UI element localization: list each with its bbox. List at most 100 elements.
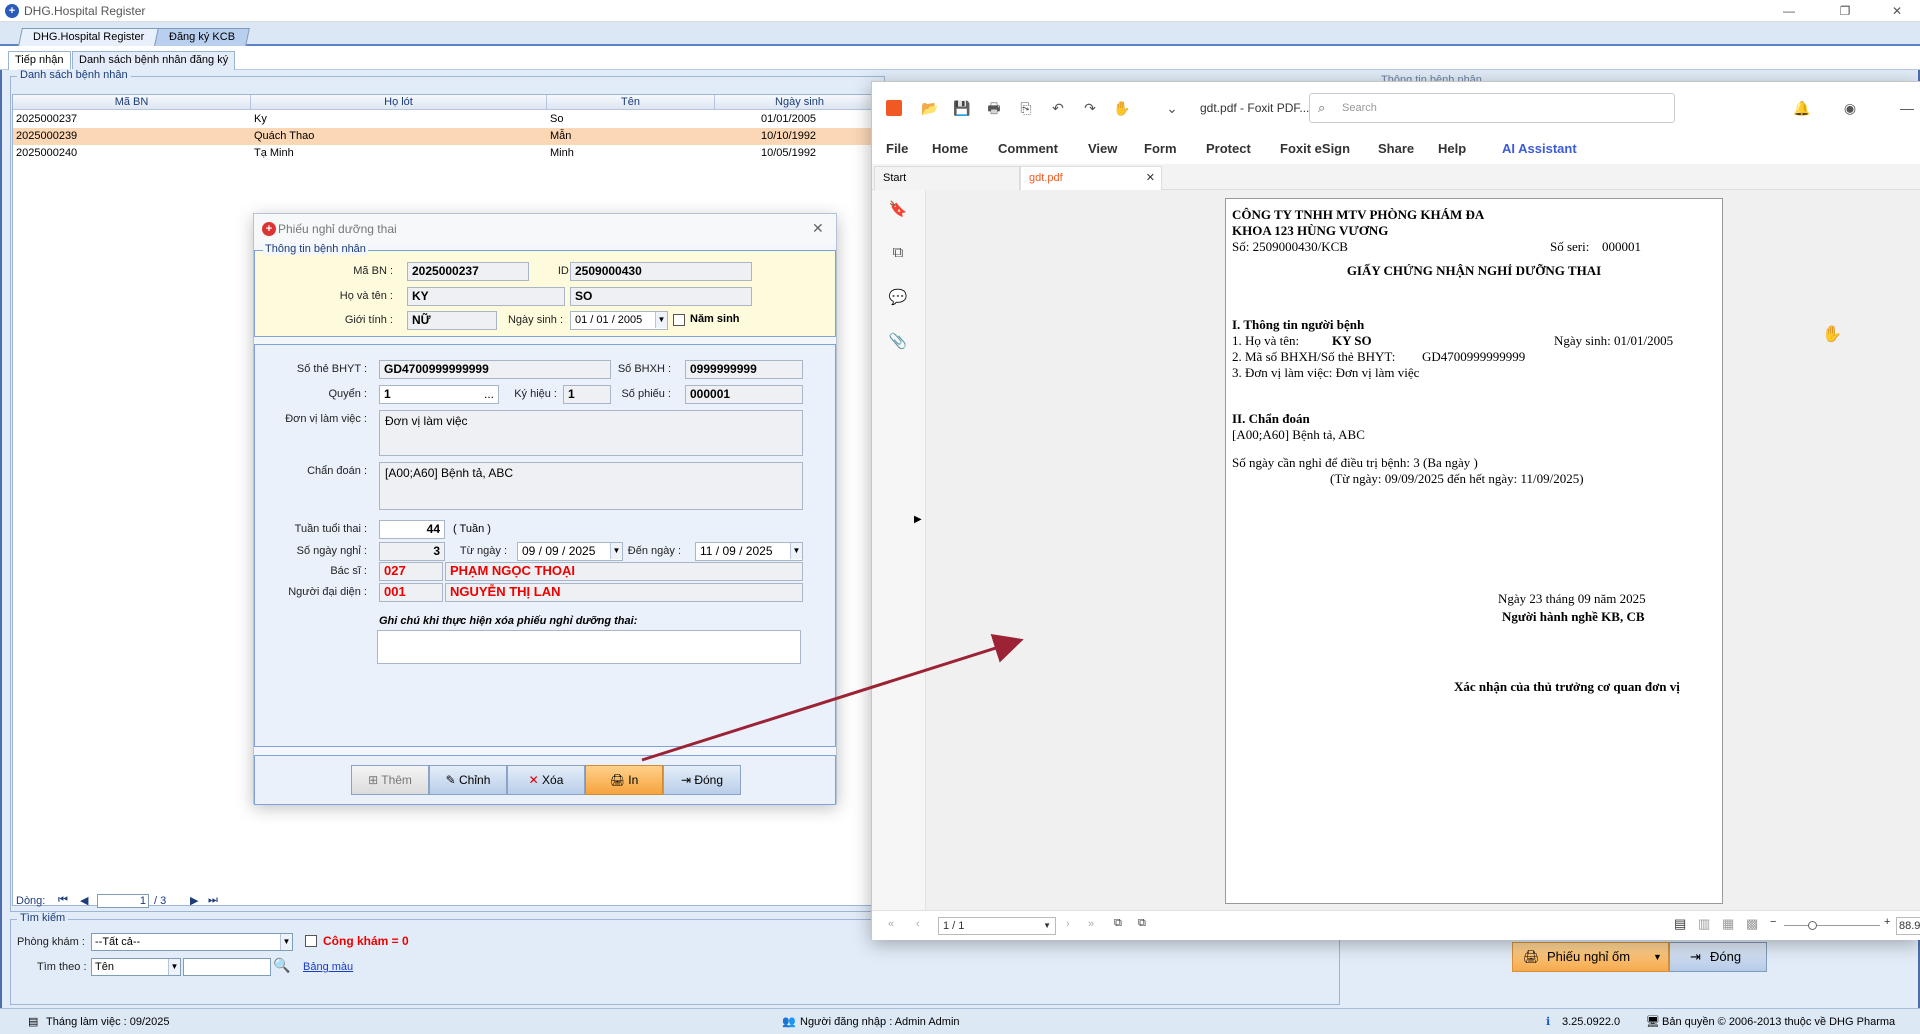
pages-icon[interactable]: ⧉ xyxy=(887,244,909,266)
prev-page-icon[interactable]: ◀ xyxy=(80,894,88,907)
menu-foxit-esign[interactable]: Foxit eSign xyxy=(1280,141,1350,156)
minimize-icon[interactable]: — xyxy=(1897,98,1917,118)
id-field[interactable]: 2509000430 xyxy=(570,262,752,281)
tim-theo-select[interactable]: Tên ▼ xyxy=(91,958,181,976)
bookmark-icon[interactable]: 🔖 xyxy=(887,200,909,222)
in-button[interactable]: 🖨 In xyxy=(585,765,663,795)
ghi-chu-field[interactable] xyxy=(377,630,801,664)
save-icon[interactable]: 💾 xyxy=(952,98,972,118)
table-row[interactable]: 2025000240 Tạ Minh Minh 10/05/1992 xyxy=(13,145,883,162)
ma-bn-field[interactable]: 2025000237 xyxy=(407,262,529,281)
facing-icon[interactable]: ▦ xyxy=(1722,916,1734,932)
phieu-nghi-om-button[interactable]: 🖨 Phiếu nghỉ ốm ▼ xyxy=(1512,942,1669,972)
continuous-icon[interactable]: ▥ xyxy=(1698,916,1710,932)
first-page-icon[interactable]: « xyxy=(888,918,894,930)
ky-hieu-field[interactable]: 1 xyxy=(563,385,611,404)
chevron-down-icon[interactable]: ▼ xyxy=(168,959,180,975)
tab-danh-sach-benh-nhan[interactable]: Danh sách bệnh nhân đăng ký xyxy=(72,51,236,70)
close-icon[interactable]: ✕ xyxy=(1874,0,1920,22)
cong-kham-checkbox[interactable] xyxy=(305,935,317,947)
ten-field[interactable]: SO xyxy=(570,287,752,306)
xoa-button[interactable]: ✕ Xóa xyxy=(507,765,585,795)
open-folder-icon[interactable]: 📂 xyxy=(920,98,940,118)
chevron-down-icon[interactable]: ⌄ xyxy=(1162,98,1182,118)
chevron-down-icon[interactable]: ▼ xyxy=(1043,918,1051,934)
prev-page-icon[interactable]: ‹ xyxy=(916,918,920,930)
chevron-down-icon[interactable]: ▼ xyxy=(655,312,667,328)
page-number-select[interactable]: 1 / 1 ▼ xyxy=(938,917,1056,935)
continuous-facing-icon[interactable]: ▩ xyxy=(1746,916,1758,932)
zoom-in-icon[interactable]: + xyxy=(1884,916,1890,928)
den-ngay-field[interactable]: 11 / 09 / 2025 ▼ xyxy=(695,542,803,561)
phong-kham-select[interactable]: --Tất cả-- ▼ xyxy=(91,933,293,951)
single-page-icon[interactable]: ▤ xyxy=(1674,916,1686,932)
rotate-icon[interactable]: ⧉ xyxy=(1114,917,1122,930)
menu-help[interactable]: Help xyxy=(1438,141,1466,156)
tuan-tuoi-field[interactable]: 44 xyxy=(379,520,445,539)
foxit-search-box[interactable]: ⌕ Search xyxy=(1309,93,1675,123)
nam-sinh-checkbox[interactable] xyxy=(673,314,685,326)
search-icon[interactable]: 🔍 xyxy=(273,957,290,974)
account-icon[interactable]: ◉ xyxy=(1840,98,1860,118)
menu-file[interactable]: File xyxy=(886,141,908,156)
export-icon[interactable]: ⎘ xyxy=(1016,98,1036,118)
redo-icon[interactable]: ↷ xyxy=(1080,98,1100,118)
header-ho-lot[interactable]: Họ lót xyxy=(251,95,547,110)
search-input[interactable] xyxy=(183,958,271,976)
ellipsis-icon[interactable]: ... xyxy=(484,386,494,402)
tab-tiep-nhan[interactable]: Tiếp nhận xyxy=(8,51,71,70)
menu-share[interactable]: Share xyxy=(1378,141,1414,156)
so-bhxh-field[interactable]: 0999999999 xyxy=(685,360,803,379)
menu-protect[interactable]: Protect xyxy=(1206,141,1251,156)
expand-panel-icon[interactable]: ▶ xyxy=(914,514,922,525)
menu-comment[interactable]: Comment xyxy=(998,141,1058,156)
chevron-down-icon[interactable]: ▼ xyxy=(1653,943,1662,971)
ndd-ma-field[interactable]: 001 xyxy=(379,583,443,602)
zoom-out-icon[interactable]: − xyxy=(1770,916,1776,928)
tab-start[interactable]: Start xyxy=(874,166,1020,190)
zoom-level[interactable]: 88.9 xyxy=(1896,917,1920,935)
dong-button[interactable]: ⇥ Đóng xyxy=(1669,942,1767,972)
comment-icon[interactable]: 💬 xyxy=(887,288,909,310)
print-icon[interactable]: 🖶 xyxy=(984,98,1004,118)
next-page-icon[interactable]: ▶ xyxy=(190,894,198,907)
extract-icon[interactable]: ⧉ xyxy=(1138,917,1146,930)
tab-dang-ky-kcb[interactable]: Đăng ký KCB xyxy=(154,28,250,46)
zoom-slider-handle[interactable] xyxy=(1808,921,1817,930)
bang-mau-link[interactable]: Bảng màu xyxy=(303,961,353,973)
close-icon[interactable]: ✕ xyxy=(812,220,824,237)
zoom-slider[interactable] xyxy=(1784,925,1880,926)
minimize-icon[interactable]: — xyxy=(1766,0,1812,22)
header-ten[interactable]: Tên xyxy=(547,95,715,110)
attachment-icon[interactable]: 📎 xyxy=(887,332,909,354)
pager-current[interactable]: 1 xyxy=(97,894,149,908)
tab-dhg-hospital-register[interactable]: DHG.Hospital Register xyxy=(18,28,160,46)
menu-view[interactable]: View xyxy=(1088,141,1117,156)
close-icon[interactable]: ✕ xyxy=(1146,167,1155,189)
chevron-down-icon[interactable]: ▼ xyxy=(280,934,292,950)
so-phieu-field[interactable]: 000001 xyxy=(685,385,803,404)
bell-icon[interactable]: 🔔 xyxy=(1792,98,1812,118)
first-page-icon[interactable]: ⏮ xyxy=(58,894,68,907)
ho-field[interactable]: KY xyxy=(407,287,565,306)
table-row[interactable]: 2025000237 Ky So 01/01/2005 xyxy=(13,111,883,128)
hand-tool-icon[interactable]: ✋ xyxy=(1112,98,1132,118)
chevron-down-icon[interactable]: ▼ xyxy=(790,543,802,559)
them-button[interactable]: ⊞ Thêm xyxy=(351,765,429,795)
ngay-sinh-field[interactable]: 01 / 01 / 2005 ▼ xyxy=(570,311,668,330)
gioi-tinh-field[interactable]: NỮ xyxy=(407,311,497,330)
undo-icon[interactable]: ↶ xyxy=(1048,98,1068,118)
quyen-field[interactable]: 1 ... xyxy=(379,385,499,404)
header-ngay-sinh[interactable]: Ngày sinh xyxy=(715,95,883,110)
so-the-bhyt-field[interactable]: GD4700999999999 xyxy=(379,360,611,379)
bac-si-ten-field[interactable]: PHẠM NGỌC THOẠI xyxy=(445,562,803,581)
tab-gdt-pdf[interactable]: gdt.pdf ✕ xyxy=(1020,166,1162,190)
last-page-icon[interactable]: ⏭ xyxy=(208,894,218,907)
so-ngay-field[interactable]: 3 xyxy=(379,542,445,561)
menu-ai-assistant[interactable]: AI Assistant xyxy=(1502,141,1577,156)
next-page-icon[interactable]: › xyxy=(1066,918,1070,930)
table-row[interactable]: 2025000239 Quách Thao Mẫn 10/10/1992 xyxy=(13,128,883,145)
last-page-icon[interactable]: » xyxy=(1088,918,1094,930)
don-vi-field[interactable]: Đơn vị làm việc xyxy=(379,410,803,456)
menu-home[interactable]: Home xyxy=(932,141,968,156)
